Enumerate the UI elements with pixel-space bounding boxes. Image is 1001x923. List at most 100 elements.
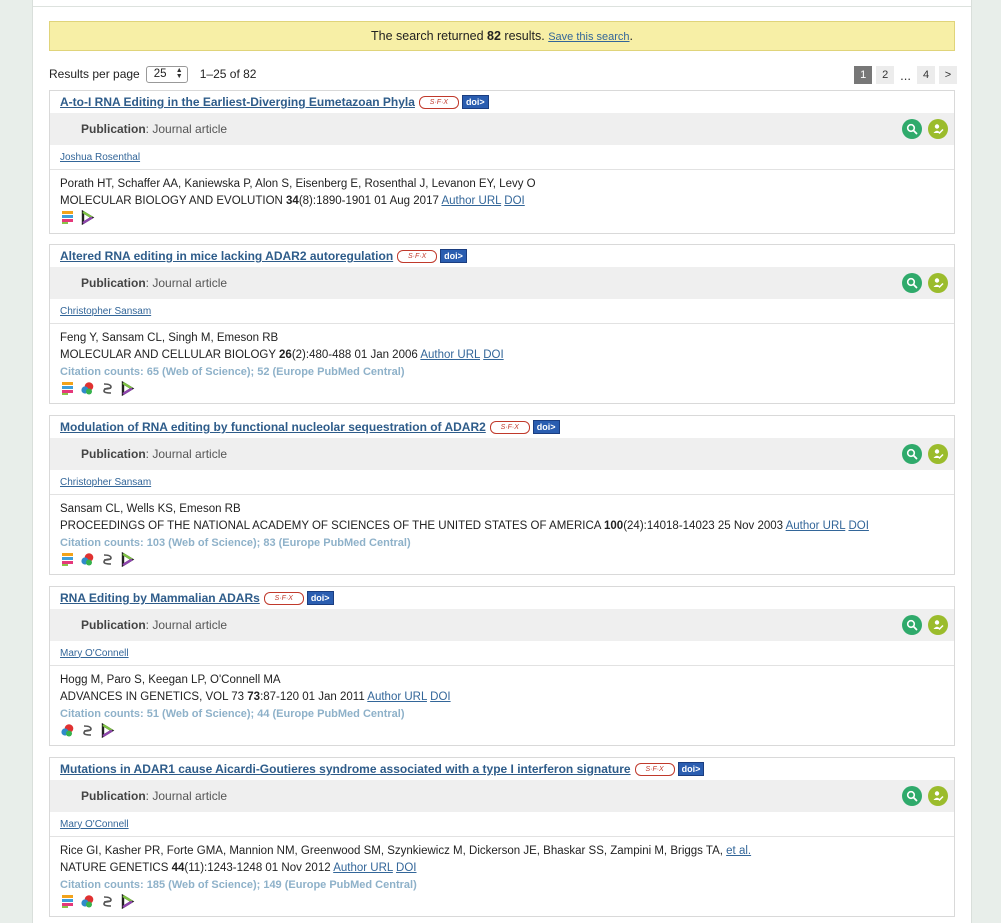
doi-link[interactable]: DOI <box>396 862 416 874</box>
owner-link[interactable]: Mary O'Connell <box>60 819 129 830</box>
publication-type-row: Publication: Journal article <box>50 113 954 145</box>
page-4[interactable]: 4 <box>917 66 935 84</box>
results-range: 1–25 of 82 <box>199 67 257 81</box>
result-actions <box>902 119 948 139</box>
authors: Rice GI, Kasher PR, Forte GMA, Mannion N… <box>60 845 723 857</box>
owner-link[interactable]: Christopher Sansam <box>60 477 151 488</box>
doi-icon[interactable]: doi> <box>677 762 705 776</box>
author-url-link[interactable]: Author URL <box>786 520 846 532</box>
link-icon[interactable] <box>80 723 95 744</box>
results-per-page-value: 25 <box>153 67 167 80</box>
page-2[interactable]: 2 <box>876 66 895 84</box>
banner-end: . <box>629 29 634 43</box>
doi-icon[interactable]: doi> <box>461 95 489 109</box>
journal-volume: 26 <box>279 349 292 361</box>
sfx-icon[interactable]: S·F·X <box>489 420 530 434</box>
citation-counts[interactable]: Citation counts: 185 (Web of Science); 1… <box>60 877 944 894</box>
doi-icon[interactable]: doi> <box>306 591 334 605</box>
metric-badges <box>60 722 944 744</box>
search-icon[interactable] <box>902 273 922 293</box>
dimensions-icon[interactable] <box>120 551 135 573</box>
doi-link[interactable]: DOI <box>430 691 450 703</box>
citation-counts[interactable]: Citation counts: 65 (Web of Science); 52… <box>60 364 944 381</box>
person-edit-icon[interactable] <box>928 119 948 139</box>
pagination: 1 2 ... 4 > <box>854 66 957 84</box>
dimensions-icon[interactable] <box>100 722 115 744</box>
europepmc-icon[interactable] <box>80 894 95 915</box>
author-url-link[interactable]: Author URL <box>367 691 427 703</box>
result-actions <box>902 615 948 635</box>
person-edit-icon[interactable] <box>928 444 948 464</box>
journal-name: PROCEEDINGS OF THE NATIONAL ACADEMY OF S… <box>60 520 601 532</box>
metric-badges <box>60 893 944 915</box>
europepmc-icon[interactable] <box>60 723 75 744</box>
metric-badges <box>60 209 944 231</box>
journal-name: MOLECULAR BIOLOGY AND EVOLUTION <box>60 195 283 207</box>
publication-type-label: Publication <box>81 447 146 461</box>
result-title-row: Altered RNA editing in mice lacking ADAR… <box>50 245 954 267</box>
europepmc-icon[interactable] <box>80 552 95 573</box>
person-edit-icon[interactable] <box>928 615 948 635</box>
publication-type-row: Publication: Journal article <box>50 267 954 299</box>
sfx-icon[interactable]: S·F·X <box>634 762 675 776</box>
person-edit-icon[interactable] <box>928 786 948 806</box>
result-details: Rice GI, Kasher PR, Forte GMA, Mannion N… <box>50 837 954 917</box>
page-1[interactable]: 1 <box>854 66 873 84</box>
altmetric-icon[interactable] <box>60 381 75 402</box>
result-actions <box>902 273 948 293</box>
owner-link[interactable]: Christopher Sansam <box>60 306 151 317</box>
result-title-link[interactable]: Altered RNA editing in mice lacking ADAR… <box>60 249 393 263</box>
result-details: Porath HT, Schaffer AA, Kaniewska P, Alo… <box>50 170 954 233</box>
result-title-link[interactable]: Mutations in ADAR1 cause Aicardi-Goutier… <box>60 762 631 776</box>
publication-type-label: Publication <box>81 122 146 136</box>
dimensions-icon[interactable] <box>120 893 135 915</box>
result-title-link[interactable]: Modulation of RNA editing by functional … <box>60 420 486 434</box>
search-icon[interactable] <box>902 119 922 139</box>
publication-type-label: Publication <box>81 276 146 290</box>
sfx-icon[interactable]: S·F·X <box>418 95 459 109</box>
owner-row: Joshua Rosenthal <box>50 145 954 170</box>
owner-link[interactable]: Mary O'Connell <box>60 648 129 659</box>
author-url-link[interactable]: Author URL <box>333 862 393 874</box>
save-search-link[interactable]: Save this search <box>548 31 629 43</box>
top-divider <box>33 6 971 7</box>
altmetric-icon[interactable] <box>60 210 75 231</box>
doi-link[interactable]: DOI <box>483 349 503 361</box>
link-icon[interactable] <box>100 894 115 915</box>
authors-line: Hogg M, Paro S, Keegan LP, O'Connell MA <box>60 672 944 689</box>
link-icon[interactable] <box>100 381 115 402</box>
dimensions-icon[interactable] <box>80 209 95 231</box>
banner-prefix: The search returned <box>370 29 484 43</box>
doi-icon[interactable]: doi> <box>440 249 467 263</box>
search-icon[interactable] <box>902 615 922 635</box>
altmetric-icon[interactable] <box>60 894 75 915</box>
issue-pages-date: (8):1890-1901 01 Aug 2017 <box>298 195 439 207</box>
next-page-button[interactable]: > <box>939 66 957 84</box>
europepmc-icon[interactable] <box>80 381 95 402</box>
person-edit-icon[interactable] <box>928 273 948 293</box>
citation-counts[interactable]: Citation counts: 51 (Web of Science); 44… <box>60 706 944 723</box>
author-url-link[interactable]: Author URL <box>420 349 480 361</box>
publication-type-row: Publication: Journal article <box>50 438 954 470</box>
doi-link[interactable]: DOI <box>848 520 868 532</box>
doi-icon[interactable]: doi> <box>532 420 560 434</box>
search-icon[interactable] <box>902 444 922 464</box>
et-al-link[interactable]: et al. <box>726 845 751 857</box>
result-title-link[interactable]: A-to-I RNA Editing in the Earliest-Diver… <box>60 95 415 109</box>
owner-link[interactable]: Joshua Rosenthal <box>60 152 140 163</box>
sfx-icon[interactable]: S·F·X <box>263 591 304 605</box>
link-icon[interactable] <box>100 552 115 573</box>
citation-counts[interactable]: Citation counts: 103 (Web of Science); 8… <box>60 535 944 552</box>
altmetric-icon[interactable] <box>60 552 75 573</box>
owner-row: Christopher Sansam <box>50 299 954 324</box>
issue-pages-date: :87-120 01 Jan 2011 <box>260 691 365 703</box>
search-icon[interactable] <box>902 786 922 806</box>
results-per-page-select[interactable]: 25 ▲ ▼ <box>145 65 188 83</box>
publication-type-value: : Journal article <box>145 618 228 632</box>
doi-link[interactable]: DOI <box>504 195 524 207</box>
dimensions-icon[interactable] <box>120 380 135 402</box>
result-title-link[interactable]: RNA Editing by Mammalian ADARs <box>60 591 260 605</box>
author-url-link[interactable]: Author URL <box>441 195 501 207</box>
result-title-row: RNA Editing by Mammalian ADARs S·F·X doi> <box>50 587 954 609</box>
sfx-icon[interactable]: S·F·X <box>397 249 438 263</box>
